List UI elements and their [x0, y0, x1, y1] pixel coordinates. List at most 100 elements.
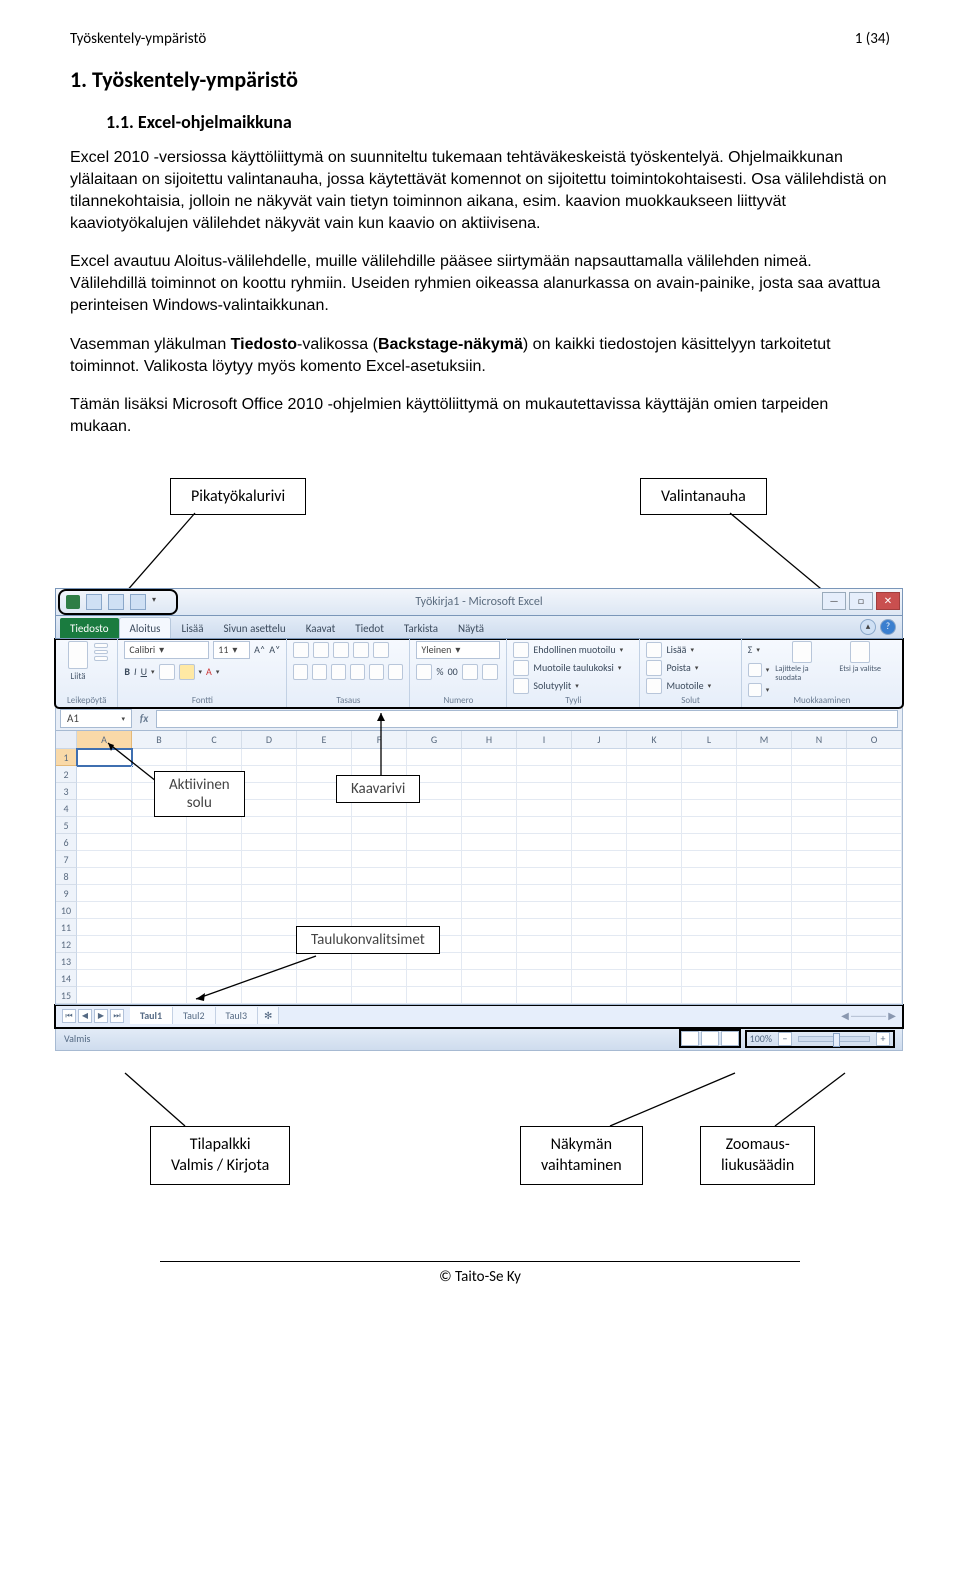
comma-icon[interactable]: 00 — [448, 665, 458, 678]
cell[interactable] — [352, 970, 407, 987]
cell[interactable] — [187, 919, 242, 936]
cell[interactable] — [407, 868, 462, 885]
cell[interactable] — [572, 817, 627, 834]
tab-lisaa[interactable]: Lisää — [171, 618, 213, 638]
borders-icon[interactable] — [159, 664, 175, 680]
row-header[interactable]: 5 — [56, 817, 77, 834]
row-header[interactable]: 2 — [56, 766, 77, 783]
cell[interactable] — [462, 970, 517, 987]
cell[interactable] — [517, 919, 572, 936]
cell[interactable] — [77, 834, 132, 851]
cell[interactable] — [517, 868, 572, 885]
cell[interactable] — [627, 834, 682, 851]
cell[interactable] — [682, 834, 737, 851]
cell[interactable] — [407, 851, 462, 868]
cell[interactable] — [737, 783, 792, 800]
cell[interactable] — [847, 783, 902, 800]
cell[interactable] — [572, 800, 627, 817]
help-icon[interactable]: ? — [880, 619, 896, 635]
cell[interactable] — [242, 749, 297, 766]
row-header[interactable]: 10 — [56, 902, 77, 919]
sheet-nav-prev-icon[interactable]: ◀ — [78, 1009, 92, 1023]
cell[interactable] — [297, 851, 352, 868]
cell[interactable] — [77, 987, 132, 1004]
cell[interactable] — [242, 885, 297, 902]
cell[interactable] — [297, 749, 352, 766]
cell[interactable] — [627, 783, 682, 800]
close-button[interactable]: ✕ — [876, 592, 900, 610]
cell[interactable] — [682, 766, 737, 783]
cell[interactable] — [737, 817, 792, 834]
cell[interactable] — [242, 834, 297, 851]
cell[interactable] — [792, 783, 847, 800]
cell[interactable] — [517, 783, 572, 800]
col-header[interactable]: G — [407, 731, 462, 749]
cell[interactable] — [792, 902, 847, 919]
cell[interactable] — [572, 783, 627, 800]
cell[interactable] — [682, 800, 737, 817]
cell[interactable] — [187, 885, 242, 902]
sheet-tab[interactable]: Taul2 — [173, 1007, 216, 1024]
paste-button[interactable]: Liitä — [62, 641, 94, 682]
cell[interactable] — [352, 953, 407, 970]
zoom-slider[interactable] — [798, 1036, 870, 1042]
cell[interactable] — [407, 902, 462, 919]
zoom-out-icon[interactable]: − — [778, 1032, 792, 1046]
shrink-font-icon[interactable]: A˅ — [269, 643, 280, 656]
cell[interactable] — [847, 749, 902, 766]
row-header[interactable]: 14 — [56, 970, 77, 987]
cell[interactable] — [682, 970, 737, 987]
cell[interactable] — [572, 902, 627, 919]
cell[interactable] — [187, 817, 242, 834]
cell[interactable] — [847, 868, 902, 885]
cell[interactable] — [242, 817, 297, 834]
font-size-select[interactable]: 11▾ — [213, 641, 250, 659]
col-header[interactable]: C — [187, 731, 242, 749]
align-center-icon[interactable] — [312, 664, 327, 680]
col-header[interactable]: L — [682, 731, 737, 749]
underline-button[interactable]: U — [141, 665, 147, 678]
cell[interactable] — [242, 987, 297, 1004]
cell[interactable] — [572, 987, 627, 1004]
cell[interactable] — [792, 868, 847, 885]
cell[interactable] — [132, 902, 187, 919]
cell[interactable] — [297, 868, 352, 885]
cell[interactable] — [77, 817, 132, 834]
cell[interactable] — [572, 936, 627, 953]
cell[interactable] — [792, 817, 847, 834]
cell[interactable] — [517, 851, 572, 868]
name-box[interactable]: A1▾ — [60, 709, 132, 728]
cell[interactable] — [132, 749, 187, 766]
cell[interactable] — [187, 970, 242, 987]
cell[interactable] — [627, 919, 682, 936]
cell[interactable] — [407, 970, 462, 987]
cell[interactable] — [682, 919, 737, 936]
cell[interactable] — [77, 868, 132, 885]
cell[interactable] — [407, 834, 462, 851]
cell[interactable] — [682, 987, 737, 1004]
row-header[interactable]: 4 — [56, 800, 77, 817]
italic-button[interactable]: I — [134, 665, 137, 678]
format-table-label[interactable]: Muotoile taulukoksi — [533, 661, 613, 674]
cell[interactable] — [77, 851, 132, 868]
cell[interactable] — [187, 902, 242, 919]
decrease-indent-icon[interactable] — [350, 664, 365, 680]
font-color-icon[interactable]: A — [206, 665, 212, 678]
cell[interactable] — [297, 817, 352, 834]
cell[interactable] — [517, 885, 572, 902]
tab-tarkista[interactable]: Tarkista — [394, 618, 448, 638]
cell[interactable] — [77, 936, 132, 953]
delete-cells-icon[interactable] — [646, 660, 662, 676]
page-layout-view-icon[interactable] — [701, 1031, 719, 1046]
tab-tiedot[interactable]: Tiedot — [345, 618, 394, 638]
cell[interactable] — [572, 749, 627, 766]
cell[interactable] — [132, 885, 187, 902]
tab-sivunasettelu[interactable]: Sivun asettelu — [213, 618, 295, 638]
cell[interactable] — [242, 766, 297, 783]
cell[interactable] — [847, 851, 902, 868]
cell[interactable] — [242, 800, 297, 817]
cell[interactable] — [847, 800, 902, 817]
cell[interactable] — [297, 970, 352, 987]
cell[interactable] — [352, 817, 407, 834]
col-header[interactable]: B — [132, 731, 187, 749]
